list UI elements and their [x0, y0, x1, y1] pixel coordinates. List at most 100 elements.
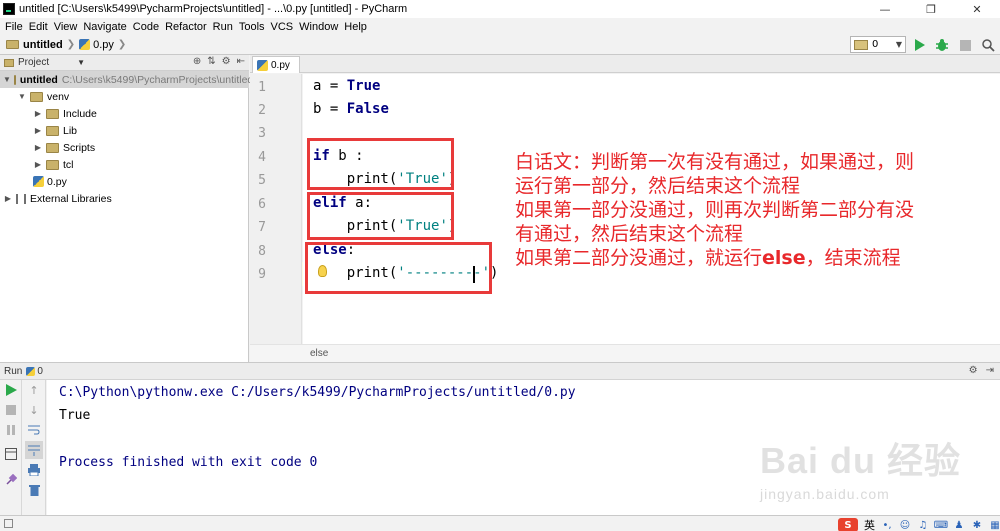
search-icon — [981, 38, 995, 52]
chevron-down-icon: ▼ — [895, 40, 902, 49]
menu-edit[interactable]: Edit — [26, 21, 51, 33]
menu-vcs[interactable]: VCS — [268, 21, 297, 33]
run-panel-label[interactable]: Run — [4, 366, 22, 377]
menu-navigate[interactable]: Navigate — [80, 21, 129, 33]
run-button[interactable] — [912, 37, 928, 53]
layout-icon — [5, 448, 17, 460]
run-panel-config[interactable]: 0 — [37, 366, 43, 377]
code-token: = — [321, 101, 347, 117]
restore-layout-button[interactable] — [3, 446, 19, 462]
annotation-line: 如果第二部分没通过，就运行else，结束流程 — [515, 246, 1000, 270]
rerun-button[interactable] — [3, 382, 19, 398]
down-arrow-icon[interactable]: ↓ — [26, 402, 42, 418]
annotation-box-else — [305, 242, 492, 294]
emoji-icon[interactable]: ☺ — [899, 519, 911, 531]
chevron-right-icon: ▶ — [34, 126, 42, 135]
pycharm-app-icon — [3, 3, 15, 15]
tab-0py[interactable]: 0.py — [252, 56, 300, 73]
library-icon — [16, 193, 26, 204]
hide-icon[interactable]: ⇥ — [986, 365, 994, 376]
skin-icon[interactable]: ✱ — [971, 519, 983, 531]
tree-item-root[interactable]: ▼ untitled C:\Users\k5499\PycharmProject… — [0, 71, 253, 88]
keyboard-icon[interactable]: ⌨ — [934, 519, 948, 531]
stop-button[interactable] — [3, 402, 19, 418]
breadcrumb-file[interactable]: 0.py — [93, 39, 114, 51]
scroll-to-end-icon[interactable] — [25, 441, 43, 459]
annotation-segment: 如果第二部分没通过，就运行 — [515, 247, 763, 269]
tree-item-0py[interactable]: 0.py — [33, 173, 67, 190]
minimize-button[interactable]: — — [862, 0, 908, 18]
pin-icon — [6, 474, 17, 485]
run-toolbar — [0, 380, 22, 515]
tree-item-label: Scripts — [63, 141, 96, 154]
gear-icon[interactable]: ⚙ — [222, 56, 231, 67]
annotation-box-if — [307, 138, 454, 190]
code-token: = — [321, 78, 347, 94]
chevron-down-icon[interactable]: ▼ — [77, 58, 85, 67]
tree-item-tcl[interactable]: ▶ tcl — [33, 156, 74, 173]
maximize-button[interactable]: ❐ — [908, 0, 954, 18]
annotation-line: 有通过，然后结束这个流程 — [515, 223, 744, 245]
print-icon[interactable] — [26, 462, 42, 478]
gear-icon[interactable]: ⚙ — [969, 365, 978, 376]
punctuation-icon[interactable]: •, — [881, 519, 893, 531]
annotation-highlight: else — [762, 247, 806, 269]
console-output: True — [59, 408, 91, 423]
menu-window[interactable]: Window — [296, 21, 341, 33]
search-everywhere-button[interactable] — [980, 37, 996, 53]
hide-icon[interactable]: ⇤ — [237, 56, 245, 67]
tree-item-lib[interactable]: ▶ Lib — [33, 122, 77, 139]
annotation-line: 白话文：判断第一次有没有通过，如果通过，则 — [515, 151, 915, 173]
tree-item-external-libraries[interactable]: ▶ External Libraries — [3, 190, 112, 207]
tree-item-label: External Libraries — [30, 192, 112, 205]
chevron-right-icon: ▶ — [4, 194, 12, 203]
code-line-1: a = True — [313, 78, 380, 94]
pin-button[interactable] — [3, 472, 19, 488]
ime-language[interactable]: 英 — [864, 517, 875, 531]
console-command: C:\Python\pythonw.exe C:/Users/k5499/Pyc… — [59, 385, 576, 400]
menu-view[interactable]: View — [51, 21, 81, 33]
line-number: 7 — [258, 220, 266, 235]
user-icon[interactable]: ♟ — [953, 519, 965, 531]
line-number: 3 — [258, 126, 266, 141]
tool-windows-icon[interactable] — [4, 519, 13, 528]
run-configuration-select[interactable]: 0 ▼ — [850, 36, 906, 53]
project-panel-title[interactable]: Project — [18, 57, 49, 68]
menu-run[interactable]: Run — [210, 21, 236, 33]
folder-icon — [46, 125, 59, 136]
stop-icon — [6, 405, 16, 415]
project-panel-header: Project ▼ ⊕ ⇅ ⚙ ⇤ — [0, 55, 249, 71]
grid-icon[interactable]: ▦ — [989, 519, 1000, 531]
tree-item-venv[interactable]: ▼ venv — [17, 88, 69, 105]
stop-button[interactable] — [957, 37, 973, 53]
annotation-box-elif — [307, 192, 454, 240]
microphone-icon[interactable]: ♫ — [917, 519, 929, 531]
pause-icon — [7, 425, 15, 435]
run-console[interactable]: C:\Python\pythonw.exe C:/Users/k5499/Pyc… — [47, 380, 1000, 515]
soft-wrap-icon[interactable] — [26, 422, 42, 438]
editor-breadcrumb[interactable]: else — [250, 344, 1000, 362]
menu-tools[interactable]: Tools — [236, 21, 268, 33]
menu-file[interactable]: File — [2, 21, 26, 33]
ime-logo-icon[interactable]: S — [838, 518, 858, 531]
pause-button[interactable] — [3, 422, 19, 438]
locate-icon[interactable]: ⊕ — [193, 56, 201, 67]
debug-button[interactable] — [934, 37, 950, 53]
window-controls: — ❐ ✕ — [862, 0, 1000, 18]
up-arrow-icon[interactable]: ↑ — [26, 382, 42, 398]
tree-item-label: Include — [63, 107, 97, 120]
menu-code[interactable]: Code — [130, 21, 162, 33]
trash-icon[interactable] — [26, 482, 42, 498]
menu-help[interactable]: Help — [341, 21, 370, 33]
close-button[interactable]: ✕ — [954, 0, 1000, 18]
tree-item-label: venv — [47, 90, 70, 103]
tree-item-include[interactable]: ▶ Include — [33, 105, 97, 122]
run-config-value: 0 — [872, 39, 879, 50]
menu-refactor[interactable]: Refactor — [162, 21, 210, 33]
tree-item-scripts[interactable]: ▶ Scripts — [33, 139, 95, 156]
collapse-icon[interactable]: ⇅ — [207, 56, 215, 67]
bug-icon — [936, 39, 948, 51]
breadcrumb-project[interactable]: untitled — [23, 39, 63, 51]
line-number: 5 — [258, 173, 266, 188]
tree-item-label: Lib — [63, 124, 78, 137]
